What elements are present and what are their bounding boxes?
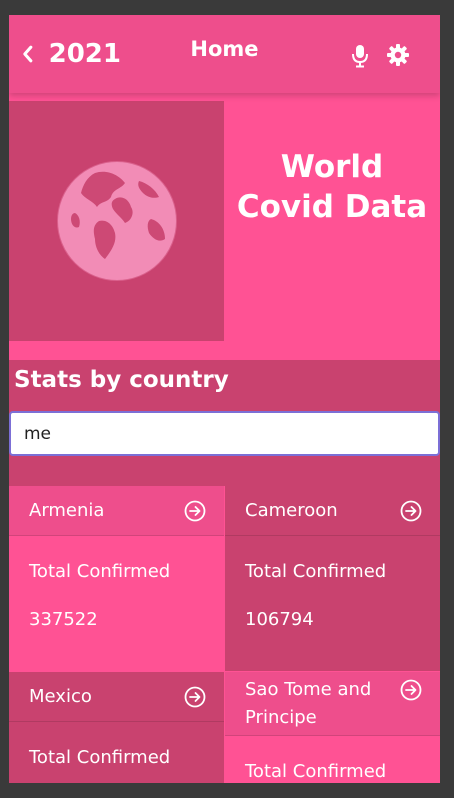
card-body: Total Confirmed 106794	[225, 536, 440, 632]
globe-banner-image	[9, 101, 224, 341]
app-header: 2021 Home	[9, 15, 440, 93]
arrow-circle-right-icon[interactable]	[400, 500, 422, 522]
country-card: Mexico Total Confirmed	[9, 672, 224, 783]
stat-value: 337522	[29, 609, 98, 630]
gear-icon[interactable]	[386, 43, 410, 67]
card-header-armenia[interactable]: Armenia	[9, 486, 224, 536]
country-name: Mexico	[29, 686, 92, 707]
stat-label: Total Confirmed	[245, 561, 387, 582]
globe-icon	[56, 160, 178, 282]
stat-value: 106794	[245, 609, 314, 630]
page-title: Home	[190, 37, 259, 61]
card-header-mexico[interactable]: Mexico	[9, 672, 224, 722]
card-header-cameroon[interactable]: Cameroon	[225, 486, 440, 536]
country-card: Cameroon Total Confirmed 106794	[225, 486, 440, 671]
app-frame: 2021 Home World Covid Data Stats by coun…	[9, 15, 440, 783]
card-header-sao-tome-and-principe[interactable]: Sao Tome and Principe	[225, 672, 440, 736]
arrow-circle-right-icon[interactable]	[184, 686, 206, 708]
card-body: Total Confirmed	[225, 736, 440, 783]
stats-heading: Stats by country	[14, 367, 229, 393]
card-body: Total Confirmed 337522	[9, 536, 224, 632]
microphone-icon[interactable]	[349, 43, 371, 69]
arrow-circle-right-icon[interactable]	[184, 500, 206, 522]
stat-label: Total Confirmed	[29, 561, 171, 582]
country-name: Sao Tome and Principe	[245, 679, 372, 728]
banner-title: World Covid Data	[236, 149, 428, 225]
country-name: Cameroon	[245, 500, 338, 521]
country-name: Armenia	[29, 500, 105, 521]
arrow-circle-right-icon[interactable]	[400, 679, 422, 701]
country-card: Armenia Total Confirmed 337522	[9, 486, 224, 671]
stat-label: Total Confirmed	[29, 747, 171, 768]
country-search-input[interactable]	[9, 411, 440, 456]
stat-label: Total Confirmed	[245, 761, 387, 782]
country-card: Sao Tome and Principe Total Confirmed	[225, 672, 440, 783]
card-body: Total Confirmed	[9, 722, 224, 770]
